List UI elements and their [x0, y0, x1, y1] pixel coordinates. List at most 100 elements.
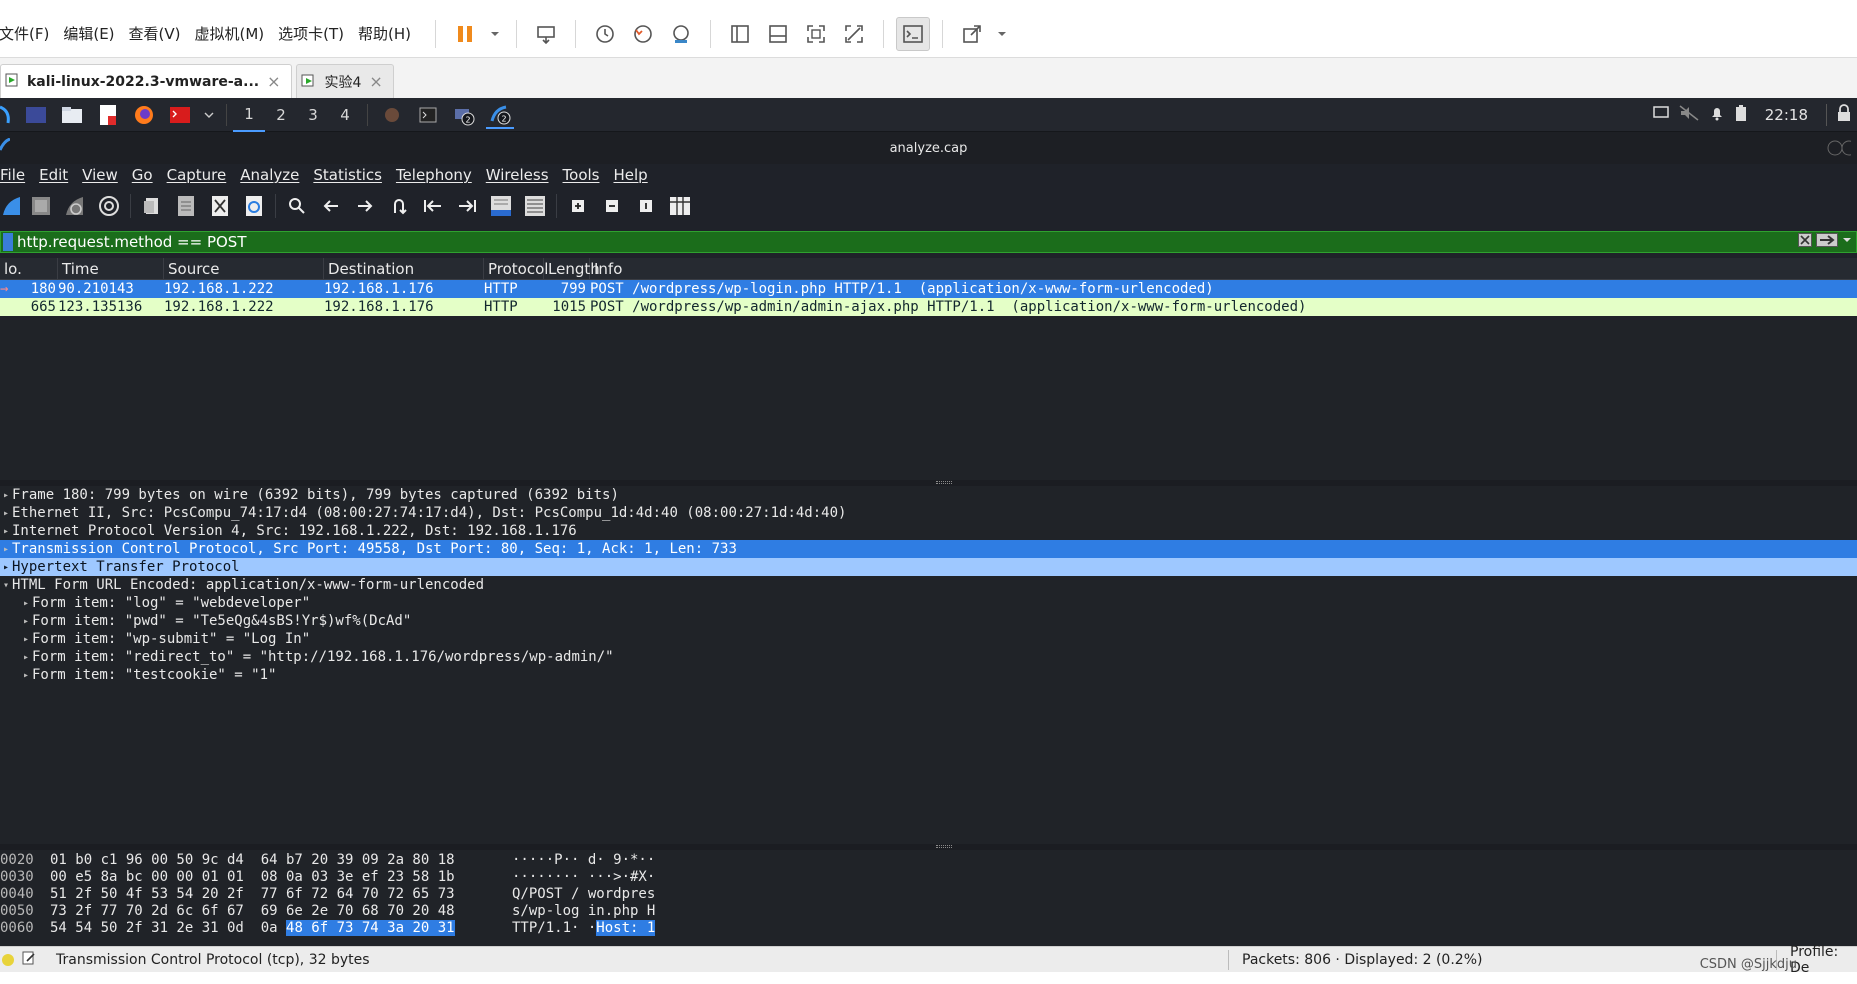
workspace-1[interactable]: 1 [233, 98, 265, 132]
bytes-row[interactable]: 0040 51 2f 50 4f 53 54 20 2f 77 6f 72 64… [0, 885, 1857, 902]
expand-arrow-icon[interactable]: ▸ [20, 616, 32, 627]
expand-arrow-icon[interactable]: ▸ [20, 598, 32, 609]
workspace-4[interactable]: 4 [329, 98, 361, 132]
menu-view[interactable]: View [82, 166, 118, 184]
wireshark-task-icon[interactable]: 2 [486, 101, 514, 129]
terminal-task-icon[interactable] [414, 101, 442, 129]
battery-icon[interactable] [1735, 104, 1747, 126]
thumbnail-layout-icon[interactable] [761, 17, 795, 51]
column-info[interactable]: Info [590, 258, 1857, 280]
first-packet-icon[interactable] [416, 190, 450, 222]
fullscreen-icon[interactable] [799, 17, 833, 51]
open-file-icon[interactable] [135, 190, 169, 222]
panel-clock[interactable]: 22:18 [1765, 106, 1808, 124]
autoscroll-icon[interactable] [484, 190, 518, 222]
expand-arrow-icon[interactable]: ▸ [0, 490, 12, 501]
expand-arrow-icon[interactable]: ▸ [20, 670, 32, 681]
tab-experiment[interactable]: 实验4 × [295, 64, 394, 98]
vm-menu-edit[interactable]: 编辑(E) [63, 23, 122, 44]
column-length[interactable]: Length [544, 257, 600, 280]
chevron-down-icon[interactable] [486, 17, 504, 51]
collapse-arrow-icon[interactable]: ▾ [0, 580, 12, 591]
vm-menu-file[interactable]: 文件(F) [0, 23, 57, 44]
go-to-packet-icon[interactable] [382, 190, 416, 222]
snapshot-icon[interactable] [588, 17, 622, 51]
column-no[interactable]: lo. [0, 257, 58, 280]
bytes-row[interactable]: 0030 00 e5 8a bc 00 00 01 01 08 0a 03 3e… [0, 868, 1857, 885]
bytes-row[interactable]: 0050 73 2f 77 70 2d 6c 6f 67 69 6e 2e 70… [0, 902, 1857, 919]
colorize-icon[interactable] [518, 190, 552, 222]
status-profile[interactable]: Profile: De [1790, 944, 1857, 976]
menu-telephony[interactable]: Telephony [396, 166, 472, 184]
form-item-redirect-to[interactable]: ▸ Form item: "redirect_to" = "http://192… [0, 648, 1857, 666]
lock-icon[interactable] [1837, 104, 1851, 126]
menu-capture[interactable]: Capture [167, 166, 227, 184]
expand-arrow-icon[interactable]: ▸ [20, 634, 32, 645]
go-back-icon[interactable] [314, 190, 348, 222]
form-item-wp-submit[interactable]: ▸ Form item: "wp-submit" = "Log In" [0, 630, 1857, 648]
kali-menu-icon[interactable] [0, 101, 14, 129]
volume-muted-icon[interactable] [1679, 105, 1699, 125]
go-forward-icon[interactable] [348, 190, 382, 222]
apply-filter-icon[interactable] [1816, 233, 1838, 251]
start-capture-icon[interactable] [0, 190, 24, 222]
clear-filter-icon[interactable] [1798, 233, 1812, 251]
capture-options-icon[interactable] [92, 190, 126, 222]
tab-kali-linux[interactable]: kali-linux-2022.3-vmware-a... × [0, 64, 292, 98]
revert-snapshot-icon[interactable] [626, 17, 660, 51]
file-manager-icon[interactable] [58, 101, 86, 129]
vm-menu-view[interactable]: 查看(V) [129, 23, 189, 44]
menu-wireless[interactable]: Wireless [486, 166, 549, 184]
column-destination[interactable]: Destination [324, 257, 484, 280]
packet-row[interactable]: 665 123.135136 192.168.1.222 192.168.1.1… [0, 298, 1857, 316]
filter-dropdown-icon[interactable] [1842, 233, 1852, 251]
column-source[interactable]: Source [164, 257, 324, 280]
console-view-icon[interactable] [896, 16, 931, 51]
zoom-out-icon[interactable] [595, 190, 629, 222]
file-task-icon[interactable]: 2 [450, 101, 478, 129]
menu-edit[interactable]: Edit [39, 166, 68, 184]
notification-bell-icon[interactable] [1709, 105, 1725, 125]
column-time[interactable]: Time [58, 257, 164, 280]
normal-size-icon[interactable] [629, 190, 663, 222]
sidebar-layout-icon[interactable] [723, 17, 757, 51]
firefox-icon[interactable] [130, 101, 158, 129]
column-protocol[interactable]: Protocol [484, 257, 548, 280]
unity-icon[interactable] [837, 17, 871, 51]
vm-menu-tabs[interactable]: 选项卡(T) [278, 23, 352, 44]
expand-arrow-icon[interactable]: ▸ [0, 544, 12, 555]
chevron-down-icon[interactable] [993, 17, 1011, 51]
workspace-3[interactable]: 3 [297, 98, 329, 132]
close-icon[interactable]: × [267, 72, 280, 91]
save-file-icon[interactable] [169, 190, 203, 222]
send-keys-icon[interactable] [529, 17, 563, 51]
expand-arrow-icon[interactable]: ▸ [0, 526, 12, 537]
close-icon[interactable]: × [369, 72, 382, 91]
close-file-icon[interactable] [203, 190, 237, 222]
detail-frame[interactable]: ▸ Frame 180: 799 bytes on wire (6392 bit… [0, 486, 1857, 504]
show-desktop-icon[interactable] [22, 101, 50, 129]
expert-info-icon[interactable] [2, 953, 14, 966]
reload-file-icon[interactable] [237, 190, 271, 222]
vm-menu-help[interactable]: 帮助(H) [358, 23, 419, 44]
packet-row[interactable]: → 180 90.210143 192.168.1.222 192.168.1.… [0, 280, 1857, 298]
bookmark-icon[interactable] [3, 233, 13, 251]
snapshot-manager-icon[interactable] [664, 17, 698, 51]
menu-statistics[interactable]: Statistics [313, 166, 382, 184]
stretch-icon[interactable] [955, 17, 989, 51]
menu-go[interactable]: Go [132, 166, 153, 184]
find-packet-icon[interactable] [280, 190, 314, 222]
stop-capture-icon[interactable] [24, 190, 58, 222]
menu-analyze[interactable]: Analyze [240, 166, 299, 184]
menu-file[interactable]: File [0, 166, 25, 184]
detail-form-urlencoded[interactable]: ▾ HTML Form URL Encoded: application/x-w… [0, 576, 1857, 594]
form-item-log[interactable]: ▸ Form item: "log" = "webdeveloper" [0, 594, 1857, 612]
bytes-row[interactable]: 0020 01 b0 c1 96 00 50 9c d4 64 b7 20 39… [0, 851, 1857, 868]
zoom-in-icon[interactable] [561, 190, 595, 222]
vm-menu-vm[interactable]: 虚拟机(M) [195, 23, 273, 44]
detail-tcp[interactable]: ▸ Transmission Control Protocol, Src Por… [0, 540, 1857, 558]
detail-ethernet[interactable]: ▸ Ethernet II, Src: PcsCompu_74:17:d4 (0… [0, 504, 1857, 522]
detail-ipv4[interactable]: ▸ Internet Protocol Version 4, Src: 192.… [0, 522, 1857, 540]
form-item-testcookie[interactable]: ▸ Form item: "testcookie" = "1" [0, 666, 1857, 684]
terminal-icon[interactable] [166, 101, 194, 129]
